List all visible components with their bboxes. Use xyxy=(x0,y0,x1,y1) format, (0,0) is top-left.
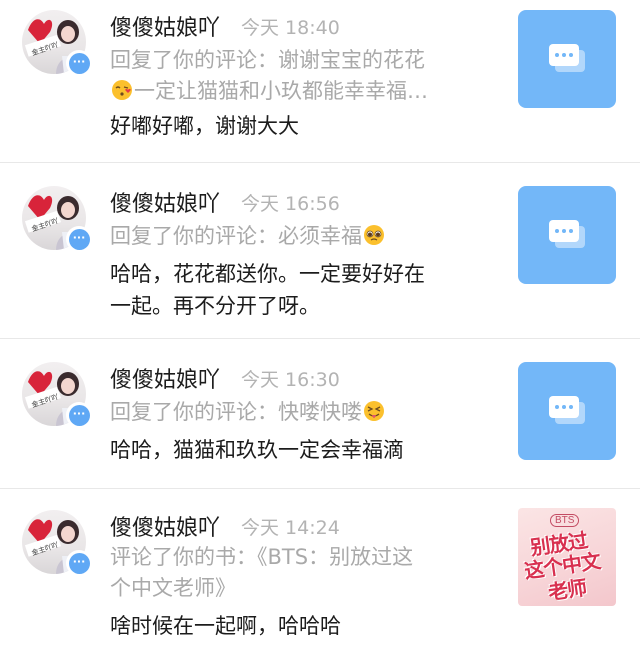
chat-bubble-icon xyxy=(549,396,585,424)
comment-thumbnail[interactable] xyxy=(518,10,616,108)
reply-quote-line: 回复了你的评论：必须幸福 xyxy=(110,224,362,248)
reply-quote: 回复了你的评论：必须幸福 xyxy=(110,221,490,252)
notification-item[interactable]: 金主吖吖 ··· 傻傻姑娘吖 今天 16:30 回复了你的评论：快喽快喽 哈哈，… xyxy=(0,352,640,488)
divider xyxy=(0,338,640,339)
reply-quote-line: 回复了你的评论：快喽快喽 xyxy=(110,400,362,424)
timestamp: 今天 18:40 xyxy=(241,17,340,39)
comment-badge-icon: ··· xyxy=(66,402,92,428)
comment-text: 哈哈，猫猫和玖玖一定会幸福滴 xyxy=(110,438,404,462)
user-name[interactable]: 傻傻姑娘吖 xyxy=(110,510,220,542)
timestamp: 今天 16:56 xyxy=(241,193,340,215)
notification-item[interactable]: 金主吖吖 ··· 傻傻姑娘吖 今天 16:56 回复了你的评论：必须幸福 哈哈，… xyxy=(0,176,640,338)
reply-quote-line: 个中文老师》 xyxy=(110,576,236,600)
notification-item[interactable]: 金主吖吖 ··· 傻傻姑娘吖 今天 14:24 评论了你的书：《BTS：别放过这… xyxy=(0,500,640,653)
comment-badge-icon: ··· xyxy=(66,550,92,576)
timestamp: 今天 16:30 xyxy=(241,369,340,391)
book-cover-thumbnail[interactable]: BTS 别放过 这个中文 老师 xyxy=(518,508,616,606)
comment-text-line: 一起。再不分开了呀。 xyxy=(110,294,320,318)
divider xyxy=(0,488,640,489)
avatar[interactable]: 金主吖吖 ··· xyxy=(22,510,92,576)
avatar[interactable]: 金主吖吖 ··· xyxy=(22,10,92,76)
reply-quote: 回复了你的评论：谢谢宝宝的花花 一定让猫猫和小玖都能幸幸福… xyxy=(110,45,490,107)
avatar[interactable]: 金主吖吖 ··· xyxy=(22,362,92,428)
chat-bubble-icon xyxy=(549,44,585,72)
squinting-tongue-emoji xyxy=(364,401,384,421)
kissing-face-emoji xyxy=(112,80,132,100)
reply-quote-line: 回复了你的评论：谢谢宝宝的花花 xyxy=(110,48,425,72)
user-name[interactable]: 傻傻姑娘吖 xyxy=(110,362,220,394)
reply-quote-line: 一定让猫猫和小玖都能幸幸福… xyxy=(134,79,428,103)
reply-quote-line: 评论了你的书：《BTS：别放过这 xyxy=(110,545,414,569)
divider xyxy=(0,162,640,163)
comment-text-line: 哈哈，花花都送你。一定要好好在 xyxy=(110,262,425,286)
comment-badge-icon: ··· xyxy=(66,226,92,252)
comment-thumbnail[interactable] xyxy=(518,362,616,460)
comment-badge-icon: ··· xyxy=(66,50,92,76)
comment-text: 啥时候在一起啊，哈哈哈 xyxy=(110,614,341,638)
notification-list: 金主吖吖 ··· 傻傻姑娘吖 今天 18:40 回复了你的评论：谢谢宝宝的花花 xyxy=(0,0,640,653)
chat-bubble-icon xyxy=(549,220,585,248)
notification-item[interactable]: 金主吖吖 ··· 傻傻姑娘吖 今天 18:40 回复了你的评论：谢谢宝宝的花花 xyxy=(0,0,640,162)
reply-quote: 回复了你的评论：快喽快喽 xyxy=(110,397,490,428)
user-name[interactable]: 傻傻姑娘吖 xyxy=(110,186,220,218)
user-name[interactable]: 傻傻姑娘吖 xyxy=(110,10,220,42)
pleading-face-emoji xyxy=(364,225,384,245)
avatar[interactable]: 金主吖吖 ··· xyxy=(22,186,92,252)
book-cover-title-line: 老师 xyxy=(546,575,588,605)
timestamp: 今天 14:24 xyxy=(241,517,340,539)
book-reference: 评论了你的书：《BTS：别放过这 个中文老师》 xyxy=(110,542,490,604)
comment-thumbnail[interactable] xyxy=(518,186,616,284)
comment-text: 好嘟好嘟，谢谢大大 xyxy=(110,114,299,138)
comment-text: 哈哈，花花都送你。一定要好好在 一起。再不分开了呀。 xyxy=(110,258,490,322)
